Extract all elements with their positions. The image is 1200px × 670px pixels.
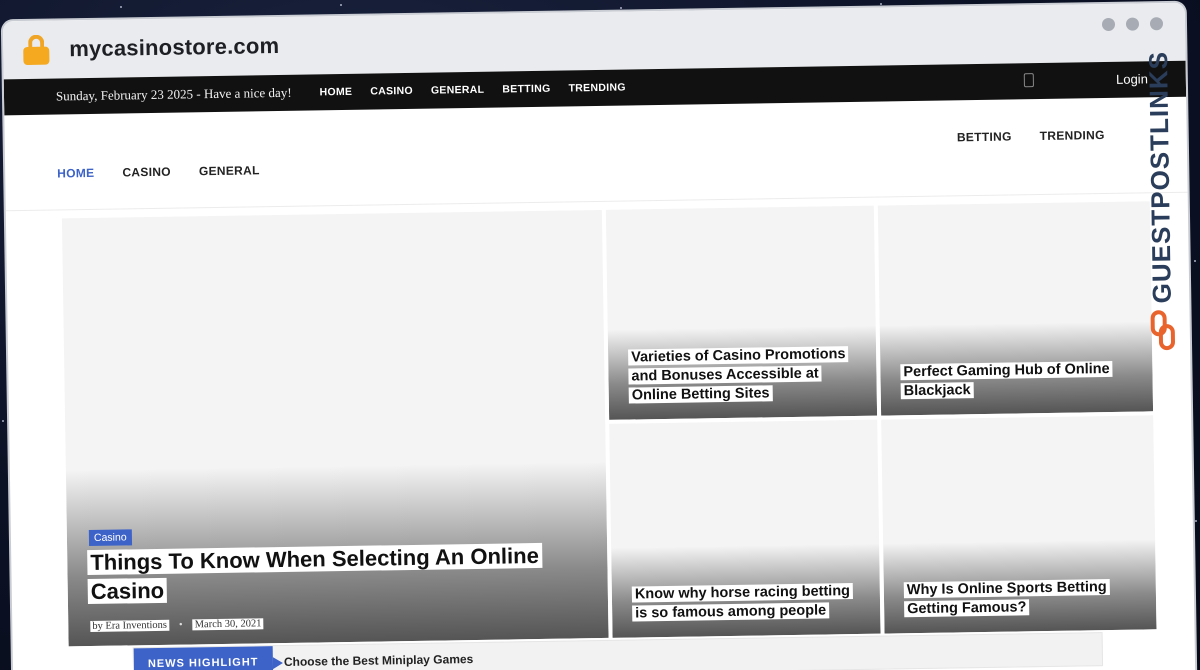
top-nav: HOME CASINO GENERAL BETTING TRENDING (319, 82, 625, 99)
top-nav-betting[interactable]: BETTING (502, 83, 550, 96)
article-title[interactable]: Know why horse racing betting is so famo… (631, 582, 861, 624)
article-title[interactable]: Perfect Gaming Hub of Online Blackjack (900, 359, 1133, 401)
top-nav-trending[interactable]: TRENDING (568, 82, 625, 95)
article-card[interactable]: Know why horse racing betting is so famo… (609, 419, 881, 638)
nav-item-home[interactable]: HOME (57, 166, 94, 181)
nav-item-general[interactable]: GENERAL (199, 163, 260, 178)
window-dot-icon[interactable] (1101, 17, 1116, 32)
article-title[interactable]: Varieties of Casino Promotions and Bonus… (628, 345, 857, 406)
date-greeting: Sunday, February 23 2025 - Have a nice d… (55, 84, 292, 104)
article-card[interactable]: Why Is Online Sports Betting Getting Fam… (881, 415, 1157, 634)
article-author[interactable]: by Era Inventions (90, 619, 170, 633)
featured-article-card[interactable]: Casino Things To Know When Selecting An … (61, 209, 609, 647)
nav-item-trending[interactable]: TRENDING (1040, 128, 1105, 143)
featured-article-title[interactable]: Things To Know When Selecting An Online … (87, 540, 588, 606)
window-dot-icon[interactable] (1125, 17, 1140, 31)
browser-window: mycasinostore.com Sunday, February 23 20… (2, 2, 1196, 670)
top-nav-general[interactable]: GENERAL (431, 84, 485, 97)
news-highlight-link[interactable]: Choose the Best Miniplay Games (284, 652, 474, 669)
main-nav: HOME CASINO GENERAL BETTING TRENDING (4, 96, 1188, 212)
article-card[interactable]: Varieties of Casino Promotions and Bonus… (605, 205, 878, 420)
window-dot-icon[interactable] (1149, 17, 1164, 31)
watermark-text: GUESTPOSTLINKS (1142, 50, 1177, 304)
top-nav-home[interactable]: HOME (319, 86, 352, 99)
chain-link-icon (1150, 310, 1175, 351)
article-date: March 30, 2021 (192, 618, 264, 631)
featured-grid: Casino Things To Know When Selecting An … (61, 201, 1159, 648)
window-controls (1101, 17, 1164, 32)
nav-item-casino[interactable]: CASINO (122, 165, 171, 180)
news-highlight-label: NEWS HIGHLIGHT (133, 646, 273, 670)
url-text[interactable]: mycasinostore.com (69, 33, 279, 62)
category-badge[interactable]: Casino (88, 529, 132, 547)
search-icon[interactable] (1023, 73, 1034, 88)
lock-icon (23, 34, 50, 66)
article-title[interactable]: Why Is Online Sports Betting Getting Fam… (903, 577, 1137, 619)
top-nav-casino[interactable]: CASINO (370, 85, 413, 98)
nav-item-betting[interactable]: BETTING (957, 129, 1012, 144)
article-card[interactable]: Perfect Gaming Hub of Online Blackjack (877, 201, 1154, 416)
guestpostlinks-watermark: GUESTPOSTLINKS (1142, 51, 1181, 357)
